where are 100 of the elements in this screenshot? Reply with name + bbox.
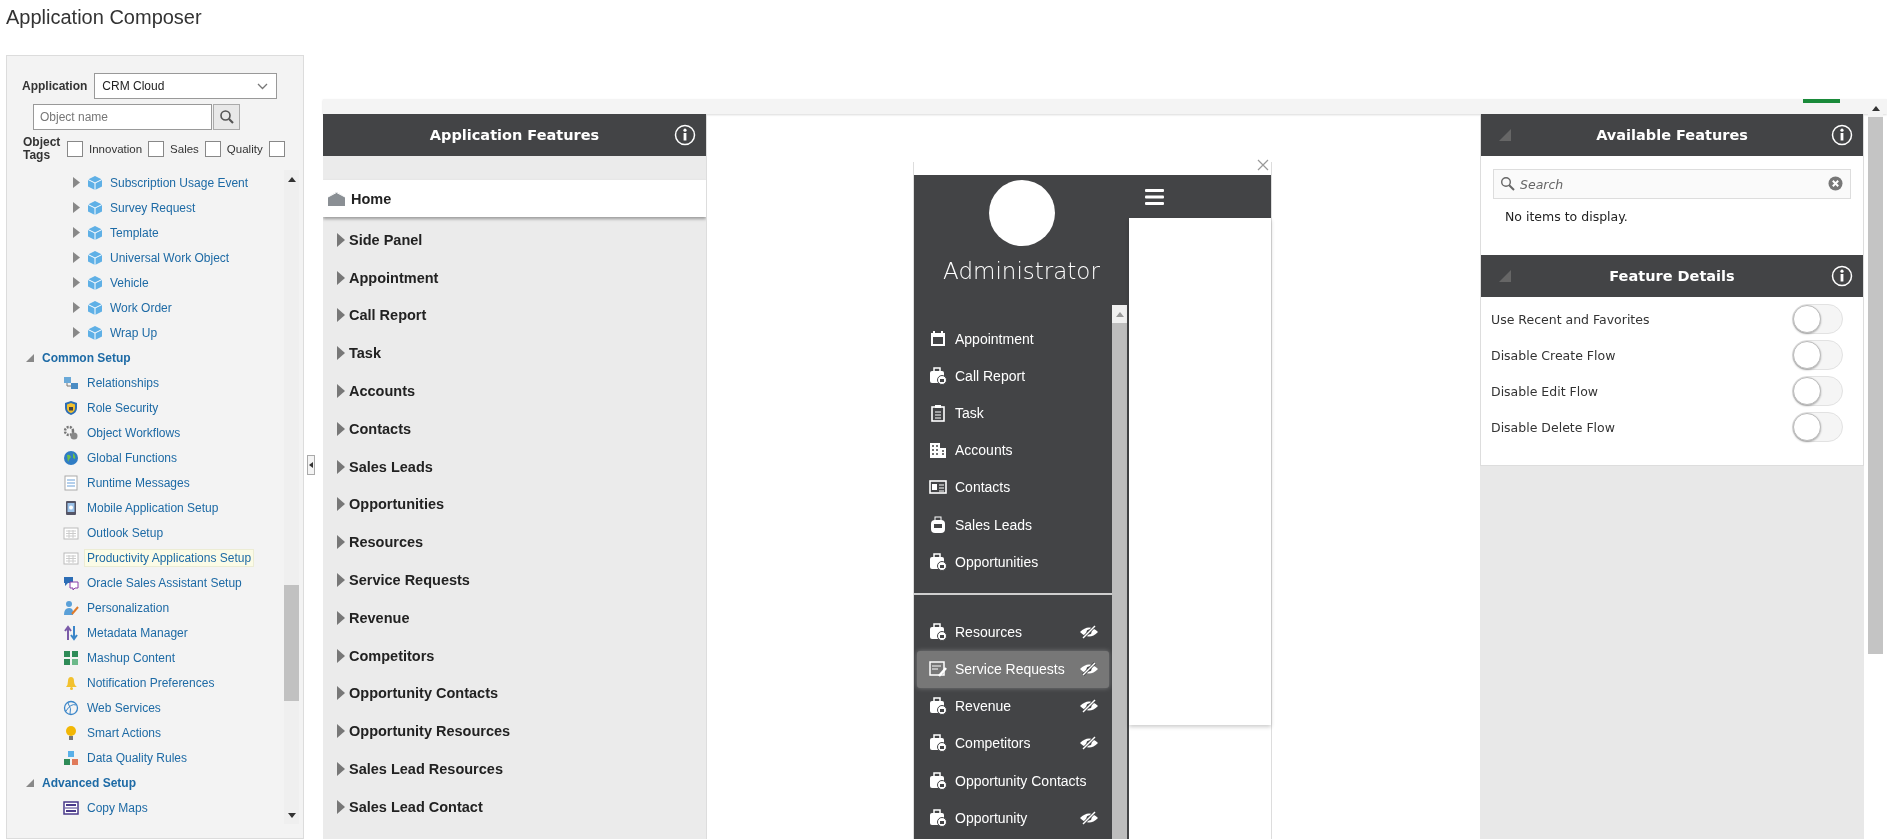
menu-item[interactable]: Accounts [917, 431, 1109, 469]
object-link[interactable]: Subscription Usage Event [110, 175, 249, 190]
info-icon[interactable] [674, 124, 696, 146]
scrollbar[interactable] [1112, 305, 1127, 839]
setup-link[interactable]: Global Functions [84, 448, 181, 467]
expand-triangle-icon[interactable] [73, 277, 80, 288]
menu-icon[interactable] [1145, 188, 1164, 205]
setup-link[interactable]: Notification Preferences [84, 673, 218, 692]
application-select[interactable]: CRM Cloud [94, 73, 278, 99]
feature-item[interactable]: Side Panel [323, 221, 706, 259]
collapse-handle[interactable] [307, 455, 315, 475]
scrollbar[interactable] [1868, 99, 1883, 654]
object-link[interactable]: Survey Request [110, 200, 196, 215]
expand-triangle-icon[interactable] [337, 232, 345, 247]
expand-triangle-icon[interactable] [73, 177, 80, 188]
menu-item[interactable]: Contacts [917, 468, 1109, 506]
object-link[interactable]: Vehicle [110, 275, 149, 290]
feature-item[interactable]: Service Requests [323, 561, 706, 599]
toggle-switch[interactable] [1792, 412, 1843, 442]
toggle-switch[interactable] [1792, 376, 1843, 406]
menu-item[interactable]: Resources [917, 613, 1109, 651]
setup-link[interactable]: Metadata Manager [84, 623, 191, 642]
info-icon[interactable] [1831, 124, 1853, 146]
setup-link[interactable]: Outlook Setup [84, 523, 167, 542]
object-link[interactable]: Template [110, 225, 159, 240]
setup-link[interactable]: Mobile Application Setup [84, 498, 222, 517]
menu-item[interactable]: Competitors [917, 724, 1109, 763]
setup-link[interactable]: Mashup Content [84, 648, 179, 667]
eye-slash-icon[interactable] [1079, 736, 1099, 751]
expand-triangle-icon[interactable] [337, 384, 345, 399]
feature-item[interactable]: Sales Leads [323, 447, 706, 486]
eye-slash-icon[interactable] [1079, 810, 1099, 825]
menu-item[interactable]: Sales Leads [917, 505, 1109, 544]
toggle-switch[interactable] [1792, 304, 1843, 334]
setup-link[interactable]: Relationships [84, 373, 163, 392]
eye-slash-icon[interactable] [1079, 699, 1099, 714]
eye-slash-icon[interactable] [1079, 662, 1099, 677]
setup-link[interactable]: Data Quality Rules [84, 748, 191, 767]
setup-link[interactable]: Runtime Messages [84, 473, 193, 492]
close-icon[interactable] [1257, 159, 1269, 171]
setup-link[interactable]: Object Workflows [84, 423, 184, 442]
menu-item[interactable]: Appointment [917, 320, 1109, 358]
menu-item[interactable]: Opportunity Contacts [917, 762, 1109, 800]
eye-slash-icon[interactable] [1079, 624, 1099, 639]
search-button[interactable] [213, 104, 240, 130]
feature-item[interactable]: Opportunity Resources [323, 712, 706, 751]
expand-triangle-icon[interactable] [337, 724, 345, 739]
expand-triangle-icon[interactable] [337, 648, 345, 663]
feature-item[interactable]: Contacts [323, 410, 706, 448]
object-link[interactable]: Wrap Up [110, 325, 158, 340]
tag-checkbox[interactable] [268, 141, 285, 157]
feature-item[interactable]: Task [323, 334, 706, 373]
expand-triangle-icon[interactable] [337, 610, 345, 625]
setup-link[interactable]: Productivity Applications Setup [84, 548, 255, 567]
feature-item[interactable]: Opportunities [323, 485, 706, 524]
menu-item[interactable]: Call Report [917, 357, 1109, 395]
expand-triangle-icon[interactable] [337, 270, 345, 285]
menu-item[interactable]: Task [917, 394, 1109, 432]
feature-item[interactable]: Sales Lead Contact [323, 787, 706, 826]
feature-item[interactable]: Resources [323, 523, 706, 562]
info-icon[interactable] [1831, 265, 1853, 287]
object-name-field[interactable]: Object name [33, 104, 212, 130]
feature-item[interactable]: Appointment [323, 258, 706, 297]
expand-triangle-icon[interactable] [337, 308, 345, 323]
tag-checkbox[interactable] [148, 141, 165, 157]
collapse-triangle-icon[interactable] [26, 353, 34, 362]
expand-triangle-icon[interactable] [73, 327, 80, 338]
expand-triangle-icon[interactable] [337, 762, 345, 777]
feature-item[interactable]: Call Report [323, 296, 706, 335]
expand-triangle-icon[interactable] [73, 227, 80, 238]
setup-link[interactable]: Copy Maps [84, 798, 151, 817]
setup-link[interactable]: Oracle Sales Assistant Setup [84, 573, 245, 592]
feature-item[interactable]: Accounts [323, 372, 706, 410]
collapse-triangle-icon[interactable] [26, 778, 34, 787]
expand-triangle-icon[interactable] [337, 799, 345, 814]
feature-item[interactable]: Opportunity Contacts [323, 674, 706, 713]
scrollbar-thumb[interactable] [284, 585, 299, 701]
object-link[interactable]: Universal Work Object [110, 250, 230, 265]
menu-item[interactable]: Revenue [917, 687, 1109, 725]
clear-icon[interactable] [1828, 176, 1843, 191]
feature-item[interactable]: Competitors [323, 636, 706, 675]
scroll-up-icon[interactable] [1871, 105, 1880, 111]
expand-triangle-icon[interactable] [73, 302, 80, 313]
menu-item[interactable]: Service Requests [917, 650, 1109, 688]
expand-triangle-icon[interactable] [337, 421, 345, 436]
expand-triangle-icon[interactable] [73, 202, 80, 213]
menu-item[interactable]: Opportunity [917, 799, 1109, 837]
group-label[interactable]: Common Setup [42, 350, 131, 365]
tag-checkbox[interactable] [204, 141, 221, 157]
expand-triangle-icon[interactable] [337, 497, 345, 512]
object-link[interactable]: Work Order [110, 300, 172, 315]
toggle-switch[interactable] [1792, 340, 1843, 370]
setup-link[interactable]: Personalization [84, 598, 173, 617]
expand-triangle-icon[interactable] [337, 686, 345, 701]
setup-link[interactable]: Role Security [84, 398, 162, 417]
menu-item[interactable]: Opportunities [917, 543, 1109, 581]
feature-item[interactable]: Sales Lead Resources [323, 750, 706, 788]
tag-checkbox[interactable] [67, 141, 83, 157]
setup-link[interactable]: Smart Actions [84, 723, 165, 742]
expand-triangle-icon[interactable] [337, 346, 345, 361]
